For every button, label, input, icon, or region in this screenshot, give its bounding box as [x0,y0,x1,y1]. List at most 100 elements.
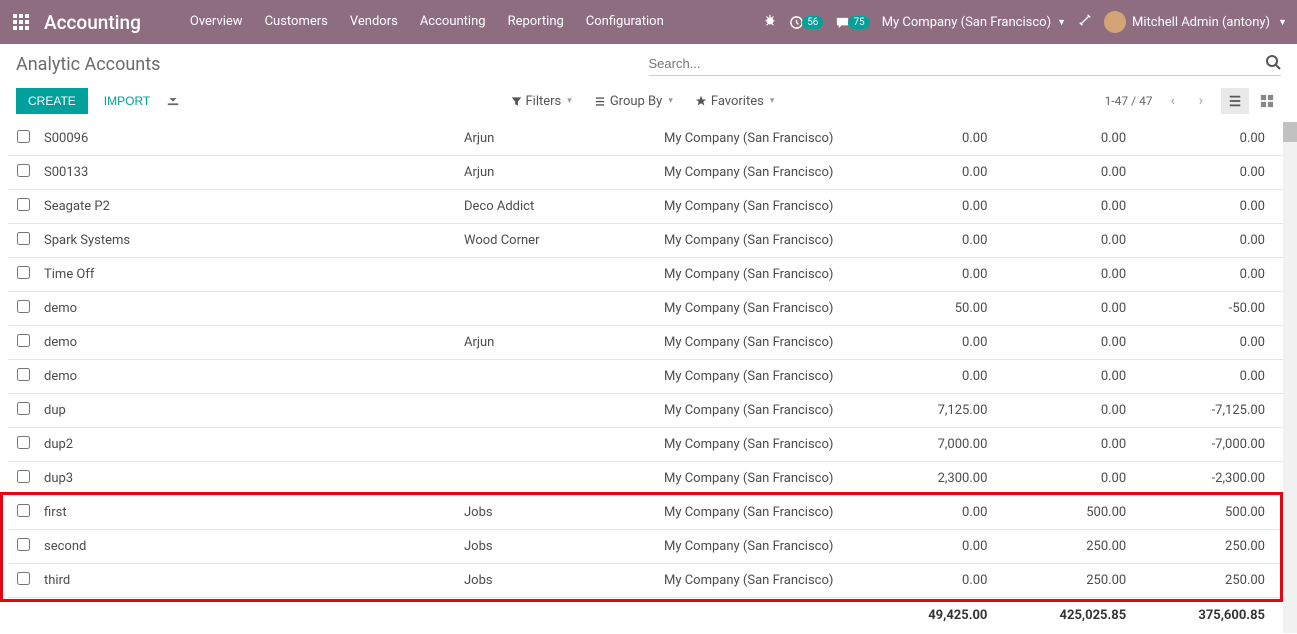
table-row[interactable]: demoMy Company (San Francisco)0.000.000.… [8,360,1283,394]
cell-balance: 250.00 [1144,530,1283,564]
chevron-down-icon: ▼ [1278,17,1287,28]
cell-debit: 0.00 [878,530,1005,564]
cell-ref: Jobs [458,530,658,564]
cell-company: My Company (San Francisco) [658,564,878,598]
cell-company: My Company (San Francisco) [658,462,878,496]
table-row[interactable]: demoArjunMy Company (San Francisco)0.000… [8,326,1283,360]
row-checkbox[interactable] [17,368,30,381]
cell-ref [458,394,658,428]
activity-indicator[interactable]: 56 [789,15,823,30]
table-row[interactable]: S00133ArjunMy Company (San Francisco)0.0… [8,156,1283,190]
cell-debit: 0.00 [878,190,1005,224]
create-button[interactable]: CREATE [16,88,88,114]
download-icon[interactable] [166,92,180,110]
pager-prev[interactable]: ‹ [1165,89,1181,113]
cell-ref: Jobs [458,496,658,530]
nav-customers[interactable]: Customers [254,0,339,44]
cell-credit: 0.00 [1005,462,1144,496]
table-row[interactable]: firstJobsMy Company (San Francisco)0.005… [8,496,1283,530]
row-checkbox[interactable] [17,470,30,483]
chevron-down-icon: ▾ [770,96,775,106]
avatar [1104,11,1126,33]
filters-button[interactable]: Filters ▾ [511,94,572,109]
favorites-label: Favorites [711,94,764,109]
favorites-button[interactable]: Favorites ▾ [695,94,775,109]
nav-vendors[interactable]: Vendors [339,0,409,44]
table-row[interactable]: dup3My Company (San Francisco)2,300.000.… [8,462,1283,496]
table-row[interactable]: thirdJobsMy Company (San Francisco)0.002… [8,564,1283,598]
cell-credit: 250.00 [1005,530,1144,564]
cell-balance: 0.00 [1144,122,1283,156]
total-col-a: 49,425.00 [878,598,1005,634]
user-menu[interactable]: Mitchell Admin (antony) ▼ [1104,11,1287,33]
table-row[interactable]: Time OffMy Company (San Francisco)0.000.… [8,258,1283,292]
row-checkbox[interactable] [17,504,30,517]
row-checkbox[interactable] [17,538,30,551]
cell-ref: Arjun [458,156,658,190]
groupby-button[interactable]: Group By ▾ [594,94,673,109]
cell-ref [458,258,658,292]
cell-debit: 0.00 [878,258,1005,292]
row-checkbox[interactable] [17,232,30,245]
row-checkbox[interactable] [17,300,30,313]
cell-balance: -50.00 [1144,292,1283,326]
cell-balance: -7,125.00 [1144,394,1283,428]
row-checkbox[interactable] [17,164,30,177]
table-row[interactable]: secondJobsMy Company (San Francisco)0.00… [8,530,1283,564]
nav-configuration[interactable]: Configuration [575,0,675,44]
table-row[interactable]: demoMy Company (San Francisco)50.000.00-… [8,292,1283,326]
cell-company: My Company (San Francisco) [658,360,878,394]
cell-credit: 0.00 [1005,190,1144,224]
row-checkbox[interactable] [17,334,30,347]
cell-debit: 0.00 [878,122,1005,156]
table-row[interactable]: dupMy Company (San Francisco)7,125.000.0… [8,394,1283,428]
nav-reporting[interactable]: Reporting [497,0,575,44]
search-icon[interactable] [1265,54,1281,74]
cell-ref: Arjun [458,122,658,156]
cell-name: Spark Systems [38,224,458,258]
row-checkbox[interactable] [17,572,30,585]
scrollbar-thumb[interactable] [1283,122,1297,142]
cell-ref: Wood Corner [458,224,658,258]
cell-debit: 0.00 [878,156,1005,190]
view-list-button[interactable] [1221,88,1249,114]
filters-label: Filters [526,94,562,109]
cell-credit: 250.00 [1005,564,1144,598]
bug-icon[interactable] [763,13,777,31]
cell-debit: 0.00 [878,496,1005,530]
table-row[interactable]: dup2My Company (San Francisco)7,000.000.… [8,428,1283,462]
row-checkbox[interactable] [17,198,30,211]
row-checkbox[interactable] [17,266,30,279]
messages-indicator[interactable]: 75 [835,15,869,30]
debug-icon[interactable] [1078,13,1092,31]
apps-icon[interactable] [10,11,32,33]
cell-company: My Company (San Francisco) [658,156,878,190]
total-col-c: 375,600.85 [1144,598,1283,634]
cell-name: S00133 [38,156,458,190]
cell-credit: 0.00 [1005,360,1144,394]
nav-accounting[interactable]: Accounting [409,0,497,44]
vertical-scrollbar[interactable] [1283,122,1297,633]
cell-credit: 0.00 [1005,258,1144,292]
table-row[interactable]: Spark SystemsWood CornerMy Company (San … [8,224,1283,258]
app-brand[interactable]: Accounting [44,11,141,34]
import-button[interactable]: IMPORT [104,94,150,108]
nav-overview[interactable]: Overview [179,0,254,44]
view-kanban-button[interactable] [1253,88,1281,114]
row-checkbox[interactable] [17,402,30,415]
cell-debit: 0.00 [878,360,1005,394]
chevron-down-icon: ▾ [567,96,572,106]
cell-name: dup [38,394,458,428]
chevron-down-icon: ▾ [668,96,673,106]
table-row[interactable]: Seagate P2Deco AddictMy Company (San Fra… [8,190,1283,224]
search-input[interactable] [649,52,1266,75]
pager-text[interactable]: 1-47 / 47 [1105,94,1153,108]
row-checkbox[interactable] [17,130,30,143]
pager-next[interactable]: › [1193,89,1209,113]
cell-company: My Company (San Francisco) [658,496,878,530]
company-selector[interactable]: My Company (San Francisco) ▼ [882,15,1066,30]
cell-debit: 0.00 [878,224,1005,258]
groupby-label: Group By [610,94,663,109]
table-row[interactable]: S00096ArjunMy Company (San Francisco)0.0… [8,122,1283,156]
row-checkbox[interactable] [17,436,30,449]
